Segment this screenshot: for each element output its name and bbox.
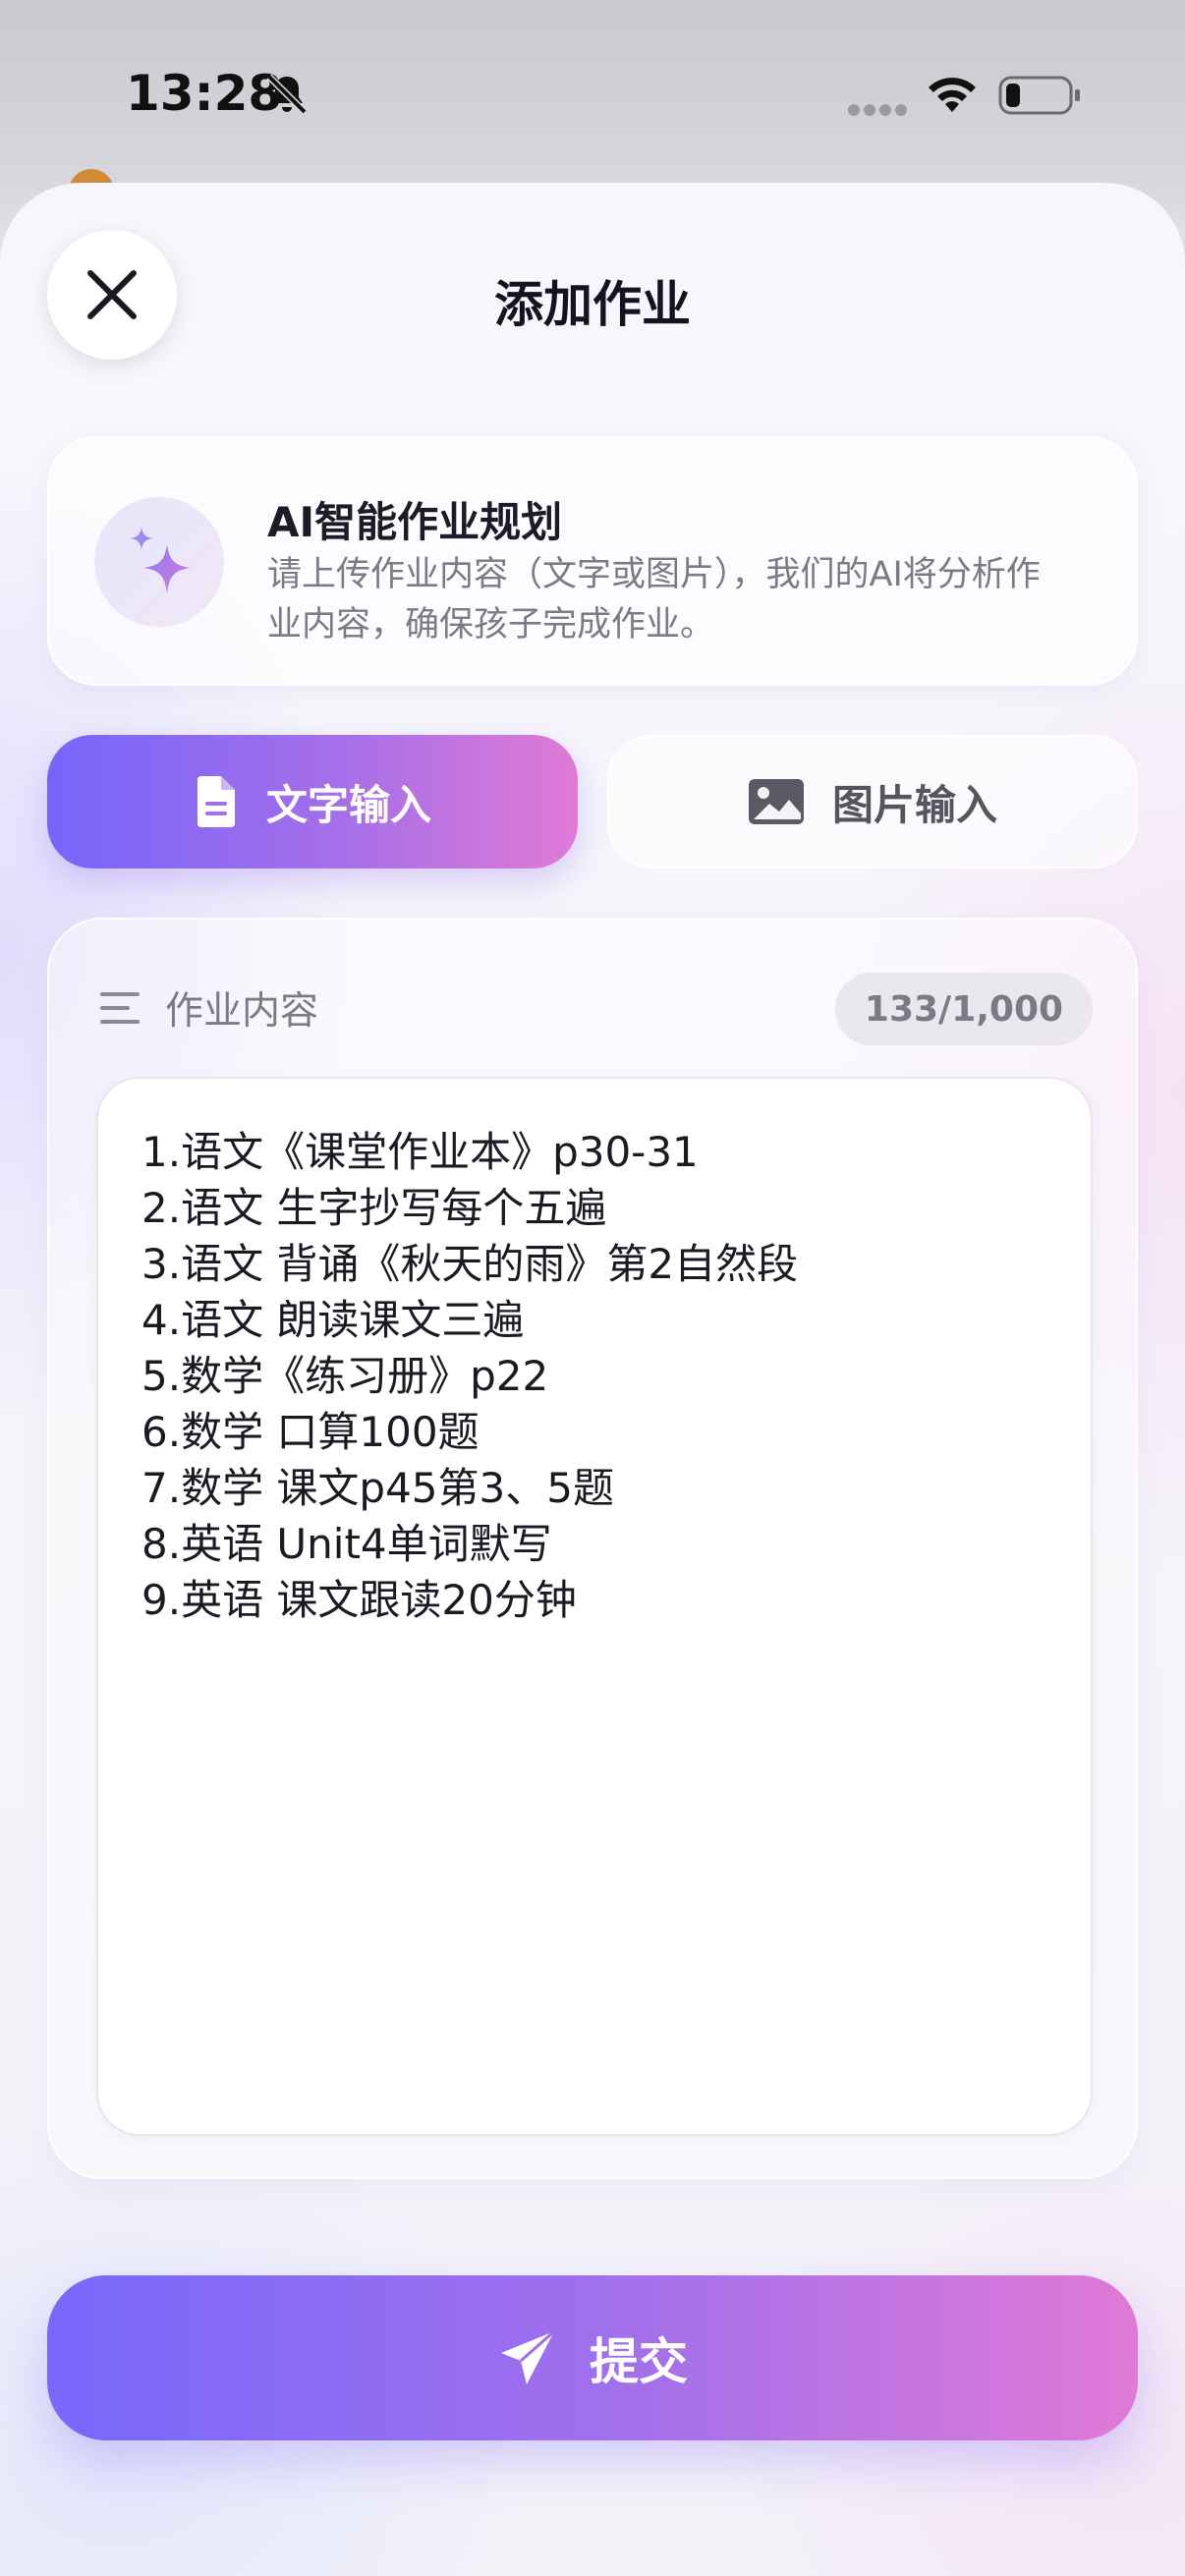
ai-card-description: 请上传作业内容（文字或图片），我们的AI将分析作业内容，确保孩子完成作业。: [267, 555, 1041, 644]
status-bar: 13:28: [0, 0, 1185, 187]
send-icon: [501, 2329, 555, 2384]
image-icon: [748, 779, 804, 824]
text-input-tab-label: 文字输入: [265, 780, 431, 829]
character-counter: 133/1,000: [835, 973, 1093, 1045]
ai-card-title: AI智能作业规划: [267, 498, 563, 546]
lines-icon: [100, 992, 140, 1024]
homework-text-input[interactable]: 1.语文《课堂作业本》p30-31 2.语文 生字抄写每个五遍 3.语文 背诵《…: [96, 1077, 1093, 2136]
add-homework-sheet: 添加作业 AI智能作业规划 请上传作业内容（文字或图片），我们的AI将分析作业内…: [0, 183, 1185, 2576]
page-title: 添加作业: [494, 276, 691, 333]
wifi-icon: [929, 78, 976, 112]
image-input-tab-label: 图片输入: [831, 780, 997, 829]
ai-badge: [94, 497, 224, 627]
battery-icon: [998, 76, 1080, 115]
submit-label: 提交: [590, 2333, 688, 2390]
image-input-tab[interactable]: 图片输入: [607, 735, 1138, 868]
content-label: 作业内容: [165, 989, 319, 1034]
status-time: 13:28: [126, 65, 283, 122]
signal-dots-icon: [848, 104, 907, 116]
document-icon: [197, 776, 235, 827]
submit-button[interactable]: 提交: [47, 2275, 1138, 2440]
sparkle-icon: [130, 527, 191, 593]
homework-content-panel: 作业内容 133/1,000 1.语文《课堂作业本》p30-31 2.语文 生字…: [47, 918, 1138, 2179]
bell-off-icon: [266, 74, 308, 115]
text-input-tab[interactable]: 文字输入: [47, 735, 578, 868]
ai-planning-card: AI智能作业规划 请上传作业内容（文字或图片），我们的AI将分析作业内容，确保孩…: [47, 436, 1138, 686]
